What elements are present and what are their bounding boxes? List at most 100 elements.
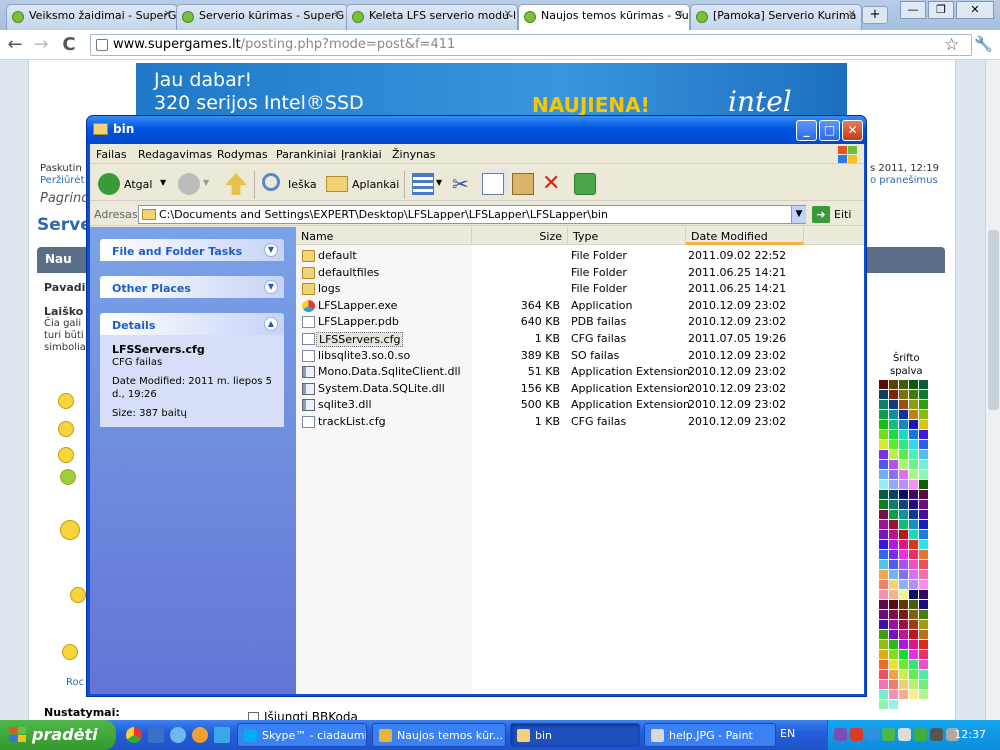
file-row[interactable]: default File Folder 2011.09.02 22:52 (296, 248, 864, 264)
tab-close-icon[interactable]: ✕ (334, 9, 342, 20)
palette-swatch[interactable] (899, 450, 908, 459)
palette-swatch[interactable] (889, 430, 898, 439)
up-folder-icon[interactable] (225, 173, 247, 195)
palette-swatch[interactable] (899, 390, 908, 399)
palette-swatch[interactable] (879, 500, 888, 509)
palette-swatch[interactable] (909, 420, 918, 429)
start-button[interactable]: pradėti (0, 720, 116, 750)
palette-swatch[interactable] (889, 560, 898, 569)
taskbar-button-paint[interactable]: help.JPG - Paint (644, 723, 776, 747)
details-header[interactable]: Details ▲ (100, 313, 284, 335)
palette-swatch[interactable] (919, 510, 928, 519)
palette-swatch[interactable] (889, 670, 898, 679)
palette-swatch[interactable] (889, 420, 898, 429)
palette-swatch[interactable] (889, 540, 898, 549)
palette-swatch[interactable] (909, 470, 918, 479)
back-arrow-icon[interactable]: ← (4, 34, 26, 55)
palette-swatch[interactable] (909, 630, 918, 639)
palette-swatch[interactable] (909, 400, 918, 409)
palette-swatch[interactable] (889, 590, 898, 599)
palette-swatch[interactable] (879, 580, 888, 589)
palette-swatch[interactable] (879, 630, 888, 639)
palette-swatch[interactable] (919, 690, 928, 699)
address-bar[interactable]: www.supergames.lt/posting.php?mode=post&… (90, 34, 972, 56)
reload-icon[interactable]: C (58, 34, 80, 55)
menu-irankiai[interactable]: Įrankiai (341, 148, 382, 161)
browser-tab[interactable]: Keleta LFS serverio modu-l ✕ (346, 4, 518, 30)
palette-swatch[interactable] (899, 690, 908, 699)
palette-swatch[interactable] (889, 640, 898, 649)
palette-swatch[interactable] (889, 380, 898, 389)
palette-swatch[interactable] (879, 490, 888, 499)
palette-swatch[interactable] (889, 600, 898, 609)
palette-swatch[interactable] (879, 690, 888, 699)
scrollbar-thumb[interactable] (988, 230, 999, 410)
palette-swatch[interactable] (919, 640, 928, 649)
palette-swatch[interactable] (919, 500, 928, 509)
palette-swatch[interactable] (919, 490, 928, 499)
maximize-button[interactable]: ❐ (928, 1, 954, 19)
palette-swatch[interactable] (919, 590, 928, 599)
file-row[interactable]: defaultfiles File Folder 2011.06.25 14:21 (296, 265, 864, 281)
tab-close-icon[interactable]: ✕ (676, 9, 684, 20)
firefox-icon[interactable] (192, 727, 208, 743)
file-row[interactable]: logs File Folder 2011.06.25 14:21 (296, 281, 864, 297)
forward-arrow-icon[interactable]: → (30, 34, 52, 55)
palette-swatch[interactable] (919, 390, 928, 399)
palette-swatch[interactable] (889, 450, 898, 459)
browser-tab[interactable]: Serverio kūrimas - SuperG ✕ (176, 4, 348, 30)
address-dropdown-icon[interactable]: ▼ (791, 206, 806, 223)
palette-swatch[interactable] (879, 570, 888, 579)
palette-swatch[interactable] (909, 680, 918, 689)
palette-swatch[interactable] (879, 640, 888, 649)
palette-swatch[interactable] (899, 400, 908, 409)
palette-swatch[interactable] (909, 640, 918, 649)
palette-swatch[interactable] (919, 570, 928, 579)
column-header-size[interactable]: Size (472, 227, 568, 245)
palette-swatch[interactable] (879, 390, 888, 399)
file-row[interactable]: LFSLapper.exe 364 KB Application 2010.12.09… (296, 298, 864, 314)
palette-swatch[interactable] (889, 520, 898, 529)
expand-chevron-icon[interactable]: ▼ (264, 280, 278, 294)
delete-icon[interactable]: ✕ (542, 171, 560, 196)
palette-swatch[interactable] (889, 400, 898, 409)
palette-swatch[interactable] (879, 440, 888, 449)
palette-swatch[interactable] (899, 460, 908, 469)
palette-swatch[interactable] (909, 380, 918, 389)
smiley-icon[interactable] (60, 469, 76, 485)
palette-swatch[interactable] (899, 490, 908, 499)
views-icon[interactable] (412, 173, 434, 195)
tray-icon[interactable] (898, 728, 911, 741)
palette-swatch[interactable] (909, 660, 918, 669)
file-row[interactable]: System.Data.SQLite.dll 156 KB Application … (296, 381, 864, 397)
file-row[interactable]: Mono.Data.SqliteClient.dll 51 KB Applicati… (296, 364, 864, 380)
search-button[interactable]: Ieška (288, 178, 317, 191)
browser-tab-active[interactable]: Naujos temos kūrimas - Su ✕ (518, 4, 690, 30)
palette-swatch[interactable] (879, 650, 888, 659)
palette-swatch[interactable] (909, 540, 918, 549)
intel-ad-banner[interactable]: Jau dabar! 320 serijos Intel®SSD NAUJIEN… (136, 63, 847, 121)
explorer-title-bar[interactable]: bin _ □ ✕ (87, 116, 866, 144)
browser-tab[interactable]: Veiksmo žaidimai - SuperG ✕ (6, 4, 178, 30)
palette-swatch[interactable] (889, 470, 898, 479)
go-button[interactable]: Eiti (834, 208, 851, 221)
palette-swatch[interactable] (909, 590, 918, 599)
palette-swatch[interactable] (899, 440, 908, 449)
color-palette[interactable] (879, 380, 937, 709)
palette-swatch[interactable] (899, 430, 908, 439)
palette-swatch[interactable] (919, 610, 928, 619)
palette-swatch[interactable] (899, 610, 908, 619)
palette-swatch[interactable] (909, 510, 918, 519)
smiley-icon[interactable] (62, 644, 78, 660)
palette-swatch[interactable] (919, 600, 928, 609)
smiley-icon[interactable] (58, 447, 74, 463)
palette-swatch[interactable] (899, 540, 908, 549)
palette-swatch[interactable] (919, 480, 928, 489)
palette-swatch[interactable] (889, 530, 898, 539)
palette-swatch[interactable] (889, 700, 898, 709)
palette-swatch[interactable] (889, 500, 898, 509)
palette-swatch[interactable] (919, 450, 928, 459)
undo-icon[interactable] (574, 173, 596, 195)
palette-swatch[interactable] (879, 420, 888, 429)
back-button[interactable]: Atgal (124, 178, 152, 191)
